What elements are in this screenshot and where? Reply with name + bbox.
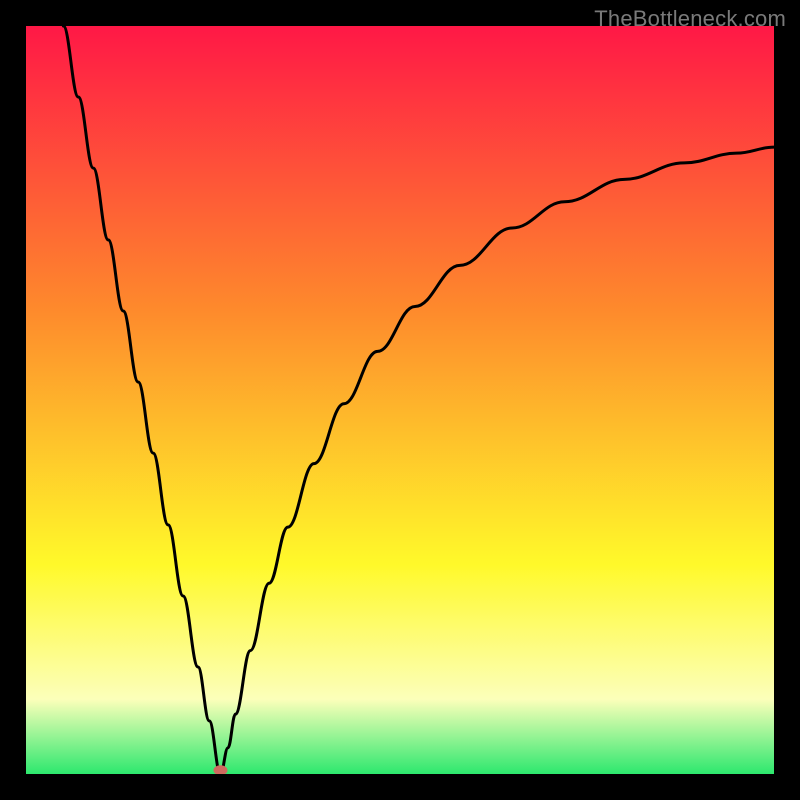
chart-frame [26, 26, 774, 774]
watermark-text: TheBottleneck.com [594, 6, 786, 32]
bottleneck-chart [26, 26, 774, 774]
gradient-background [26, 26, 774, 774]
